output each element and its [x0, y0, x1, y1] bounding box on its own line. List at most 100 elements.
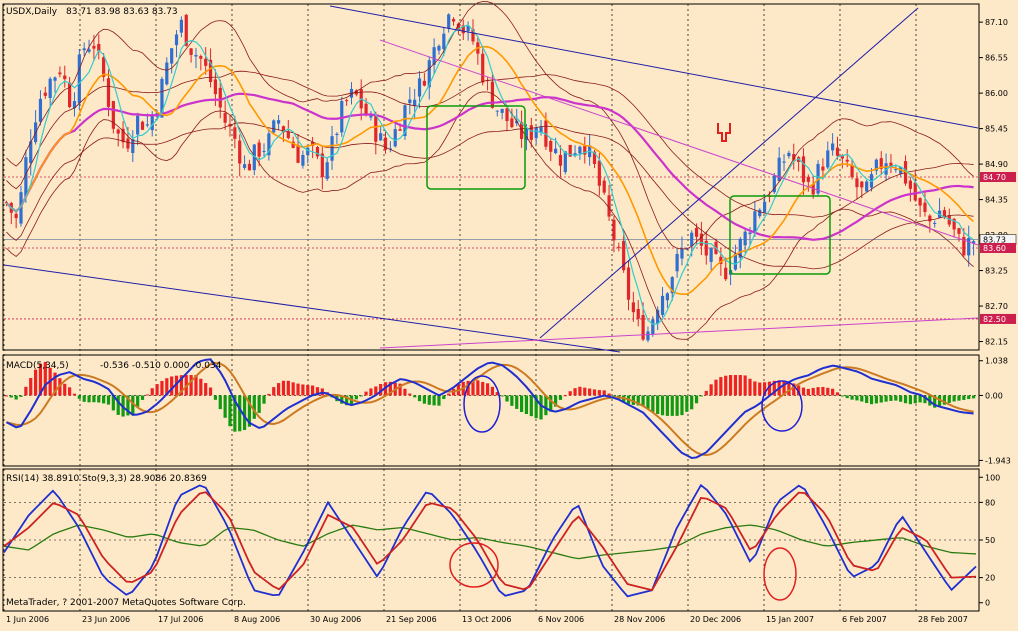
- x-tick-label: 13 Oct 2006: [462, 615, 511, 624]
- candle-body: [636, 308, 640, 319]
- macd-histogram-bar: [597, 390, 601, 396]
- candle-body: [641, 315, 645, 340]
- macd-histogram-bar: [92, 395, 96, 403]
- candle-body: [136, 115, 140, 135]
- candle-body: [63, 75, 67, 80]
- candle-body: [272, 120, 276, 133]
- macd-histogram-bar: [223, 395, 227, 418]
- candle-body: [549, 140, 553, 152]
- macd-histogram-bar: [592, 389, 597, 396]
- candle-body: [223, 113, 227, 123]
- candle-body: [753, 211, 757, 233]
- macd-histogram-bar: [208, 387, 213, 396]
- candle-body: [835, 147, 840, 156]
- candle-body: [957, 228, 961, 234]
- candle-body: [218, 87, 222, 108]
- candle-body: [53, 77, 57, 81]
- macd-histogram-bar: [427, 395, 431, 405]
- macd-histogram-bar: [656, 395, 660, 414]
- macd-histogram-bar: [544, 395, 548, 416]
- macd-histogram-bar: [228, 395, 232, 427]
- candle-body: [855, 178, 859, 188]
- candle-body: [529, 125, 533, 140]
- macd-histogram-bar: [884, 395, 888, 402]
- macd-histogram-bar: [442, 395, 446, 400]
- candle-body: [631, 302, 635, 313]
- macd-histogram-bar: [136, 395, 140, 407]
- candle-body: [612, 219, 616, 241]
- macd-histogram-bar: [296, 383, 300, 396]
- candle-body: [690, 232, 694, 247]
- candle-body: [131, 139, 135, 153]
- macd-title: MACD(5,34,5): [6, 361, 69, 371]
- candle-body: [821, 166, 825, 171]
- candle-body: [908, 180, 912, 189]
- price-y-tick-label: 87.10: [985, 18, 1008, 27]
- oscillator-title: RSI(14) 38.8910 Sto(9,3,3) 28.9086 20.83…: [6, 474, 207, 484]
- x-tick-label: 6 Nov 2006: [538, 615, 584, 624]
- candle-body: [860, 181, 864, 188]
- candle-body: [558, 154, 563, 166]
- macd-histogram-bar: [694, 395, 699, 404]
- macd-values: -0.536 -0.510 0.000 -0.034: [100, 361, 222, 371]
- candle-body: [393, 129, 397, 147]
- candle-body: [150, 114, 154, 131]
- macd-histogram-bar: [9, 395, 13, 398]
- chart-canvas[interactable]: 1 Jun 2006 23 Jun 2006 17 Jul 2006 8 Aug 20…: [0, 0, 1018, 627]
- macd-histogram-bar: [826, 387, 830, 396]
- macd-histogram-bar: [670, 395, 674, 416]
- candle-body: [140, 121, 145, 130]
- macd-histogram-bar: [505, 395, 509, 402]
- macd-histogram-bar: [845, 395, 849, 399]
- macd-histogram-bar: [4, 395, 9, 397]
- candle-body: [617, 246, 621, 248]
- candle-body: [437, 45, 441, 51]
- candle-body: [675, 254, 679, 272]
- macd-histogram-bar: [860, 395, 864, 402]
- candle-body: [923, 202, 927, 213]
- macd-histogram-bar: [238, 395, 242, 432]
- x-tick-label: 1 Jun 2006: [6, 615, 49, 624]
- macd-histogram-bar: [889, 395, 893, 401]
- price-y-tick-label: 86.00: [985, 89, 1008, 98]
- macd-histogram-bar: [840, 395, 844, 397]
- symbol-label: USDX,Daily: [6, 7, 58, 17]
- x-tick-label: 21 Sep 2006: [386, 615, 437, 624]
- candle-body: [743, 231, 747, 246]
- x-tick-label: 20 Dec 2006: [690, 615, 741, 624]
- x-tick-label: 15 Jan 2007: [766, 615, 814, 624]
- x-tick-label: 28 Nov 2006: [614, 615, 665, 624]
- macd-histogram-bar: [743, 375, 747, 396]
- candle-body: [845, 159, 849, 162]
- macd-histogram-bar: [33, 369, 38, 396]
- macd-histogram-bar: [660, 395, 665, 416]
- macd-histogram-bar: [529, 395, 533, 417]
- macd-histogram-bar: [422, 395, 426, 404]
- macd-histogram-bar: [719, 377, 723, 396]
- macd-histogram-bar: [291, 382, 295, 396]
- candle-body: [106, 78, 111, 107]
- macd-histogram-bar: [568, 391, 572, 396]
- macd-histogram-bar: [272, 387, 276, 396]
- macd-histogram-bar: [72, 393, 77, 396]
- price-y-tick-label: 86.55: [985, 54, 1008, 63]
- macd-histogram-bar: [967, 395, 971, 400]
- candle-body: [345, 100, 349, 102]
- candle-body: [165, 62, 169, 85]
- macd-histogram-bar: [971, 395, 976, 399]
- macd-histogram-bar: [262, 395, 266, 404]
- price-y-tick-label: 82.15: [985, 338, 1008, 347]
- candle-body: [602, 180, 606, 193]
- candle-body: [199, 56, 203, 59]
- candle-body: [510, 118, 514, 128]
- macd-histogram-bar: [519, 395, 524, 412]
- macd-histogram-bar: [481, 381, 485, 396]
- macd-histogram-bar: [738, 375, 742, 396]
- macd-histogram-bar: [850, 395, 854, 400]
- chart-window[interactable]: 1 Jun 2006 23 Jun 2006 17 Jul 2006 8 Aug 20…: [0, 0, 1018, 627]
- candle-body: [967, 238, 971, 256]
- macd-histogram-bar: [408, 393, 412, 396]
- candle-body: [451, 19, 456, 22]
- macd-histogram-bar: [267, 393, 271, 396]
- macd-histogram-bar: [753, 381, 757, 396]
